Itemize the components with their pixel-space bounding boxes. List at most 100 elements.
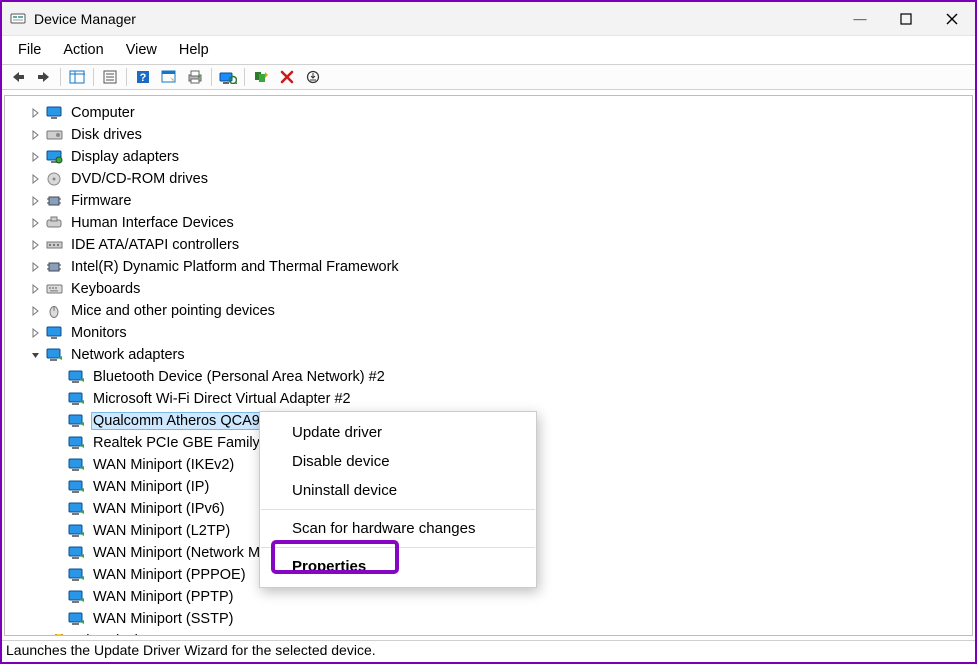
help-button[interactable]: ? xyxy=(131,66,155,88)
disk-icon xyxy=(46,127,64,143)
show-hide-tree-button[interactable] xyxy=(65,66,89,88)
expander-icon[interactable] xyxy=(29,348,43,362)
tree-category[interactable]: Monitors xyxy=(13,322,972,344)
expander-icon xyxy=(51,568,65,582)
expander-icon[interactable] xyxy=(29,216,43,230)
action-button[interactable] xyxy=(157,66,181,88)
chip-icon xyxy=(46,193,64,209)
ctx-scan-hardware[interactable]: Scan for hardware changes xyxy=(260,514,536,543)
nav-back-button[interactable] xyxy=(6,66,30,88)
net-icon xyxy=(68,391,86,407)
tree-category[interactable]: ! Other devices xyxy=(13,630,972,636)
expander-icon[interactable] xyxy=(29,172,43,186)
tree-category[interactable]: DVD/CD-ROM drives xyxy=(13,168,972,190)
status-bar: Launches the Update Driver Wizard for th… xyxy=(2,640,975,662)
expander-icon xyxy=(51,458,65,472)
ctx-properties[interactable]: Properties xyxy=(260,552,536,581)
expander-icon[interactable] xyxy=(29,238,43,252)
menu-view[interactable]: View xyxy=(116,40,167,60)
ctx-uninstall-device[interactable]: Uninstall device xyxy=(260,476,536,505)
tree-node-label: Firmware xyxy=(69,192,133,210)
tree-node-label: Microsoft Wi-Fi Direct Virtual Adapter #… xyxy=(91,390,353,408)
uninstall-device-button[interactable] xyxy=(275,66,299,88)
tree-node-label: Disk drives xyxy=(69,126,144,144)
tree-node-label: WAN Miniport (PPPOE) xyxy=(91,566,248,584)
tree-node-label: Computer xyxy=(69,104,137,122)
titlebar[interactable]: Device Manager — xyxy=(2,2,975,36)
tree-category[interactable]: Mice and other pointing devices xyxy=(13,300,972,322)
expander-icon xyxy=(51,502,65,516)
expander-icon[interactable] xyxy=(29,106,43,120)
menu-file[interactable]: File xyxy=(8,40,51,60)
app-icon xyxy=(10,11,26,27)
net-icon xyxy=(68,369,86,385)
net-icon xyxy=(68,479,86,495)
tree-category[interactable]: Keyboards xyxy=(13,278,972,300)
minimize-button[interactable]: — xyxy=(837,4,883,34)
expander-icon[interactable] xyxy=(29,194,43,208)
monitor-icon xyxy=(46,105,64,121)
tree-node-label: Other devices xyxy=(69,632,162,636)
expander-icon[interactable] xyxy=(29,304,43,318)
tree-node-label: Keyboards xyxy=(69,280,142,298)
tree-device[interactable]: Microsoft Wi-Fi Direct Virtual Adapter #… xyxy=(13,388,972,410)
expander-icon xyxy=(51,612,65,626)
keyboard-icon xyxy=(46,281,64,297)
monitor-icon xyxy=(46,325,64,341)
other-icon: ! xyxy=(46,633,64,636)
tree-device[interactable]: Bluetooth Device (Personal Area Network)… xyxy=(13,366,972,388)
tree-node-label: WAN Miniport (IPv6) xyxy=(91,500,227,518)
ctx-update-driver[interactable]: Update driver xyxy=(260,418,536,447)
tree-category[interactable]: IDE ATA/ATAPI controllers xyxy=(13,234,972,256)
svg-text:?: ? xyxy=(140,72,147,84)
tree-node-label: Bluetooth Device (Personal Area Network)… xyxy=(91,368,387,386)
expander-icon[interactable] xyxy=(29,128,43,142)
expander-icon[interactable] xyxy=(29,326,43,340)
tree-device[interactable]: WAN Miniport (PPTP) xyxy=(13,586,972,608)
tree-category[interactable]: Display adapters xyxy=(13,146,972,168)
ide-icon xyxy=(46,237,64,253)
menubar: File Action View Help xyxy=(2,36,975,64)
tree-node-label: WAN Miniport (IKEv2) xyxy=(91,456,236,474)
display-icon xyxy=(46,149,64,165)
update-driver-button[interactable] xyxy=(249,66,273,88)
expander-icon xyxy=(51,370,65,384)
tree-category[interactable]: Network adapters xyxy=(13,344,972,366)
net-icon xyxy=(68,523,86,539)
maximize-button[interactable] xyxy=(883,4,929,34)
tree-node-label: WAN Miniport (L2TP) xyxy=(91,522,232,540)
print-button[interactable] xyxy=(183,66,207,88)
svg-text:!: ! xyxy=(58,636,60,637)
properties-button[interactable] xyxy=(98,66,122,88)
close-button[interactable] xyxy=(929,4,975,34)
expander-icon[interactable] xyxy=(29,634,43,636)
tree-category[interactable]: Computer xyxy=(13,102,972,124)
expander-icon[interactable] xyxy=(29,150,43,164)
tree-node-label: Display adapters xyxy=(69,148,181,166)
ctx-disable-device[interactable]: Disable device xyxy=(260,447,536,476)
scan-hardware-button[interactable] xyxy=(216,66,240,88)
nav-forward-button[interactable] xyxy=(32,66,56,88)
tree-device[interactable]: WAN Miniport (SSTP) xyxy=(13,608,972,630)
tree-node-label: Intel(R) Dynamic Platform and Thermal Fr… xyxy=(69,258,401,276)
disable-device-button[interactable] xyxy=(301,66,325,88)
tree-category[interactable]: Firmware xyxy=(13,190,972,212)
tree-node-label: WAN Miniport (SSTP) xyxy=(91,610,235,628)
menu-help[interactable]: Help xyxy=(169,40,219,60)
expander-icon[interactable] xyxy=(29,260,43,274)
tree-node-label: WAN Miniport (PPTP) xyxy=(91,588,235,606)
tree-node-label: Network adapters xyxy=(69,346,187,364)
net-icon xyxy=(46,347,64,363)
menu-action[interactable]: Action xyxy=(53,40,113,60)
expander-icon xyxy=(51,392,65,406)
net-icon xyxy=(68,457,86,473)
tree-node-label: WAN Miniport (IP) xyxy=(91,478,211,496)
expander-icon xyxy=(51,590,65,604)
net-icon xyxy=(68,435,86,451)
status-text: Launches the Update Driver Wizard for th… xyxy=(6,642,376,658)
tree-category[interactable]: Intel(R) Dynamic Platform and Thermal Fr… xyxy=(13,256,972,278)
tree-category[interactable]: Human Interface Devices xyxy=(13,212,972,234)
tree-category[interactable]: Disk drives xyxy=(13,124,972,146)
mouse-icon xyxy=(46,303,64,319)
expander-icon[interactable] xyxy=(29,282,43,296)
